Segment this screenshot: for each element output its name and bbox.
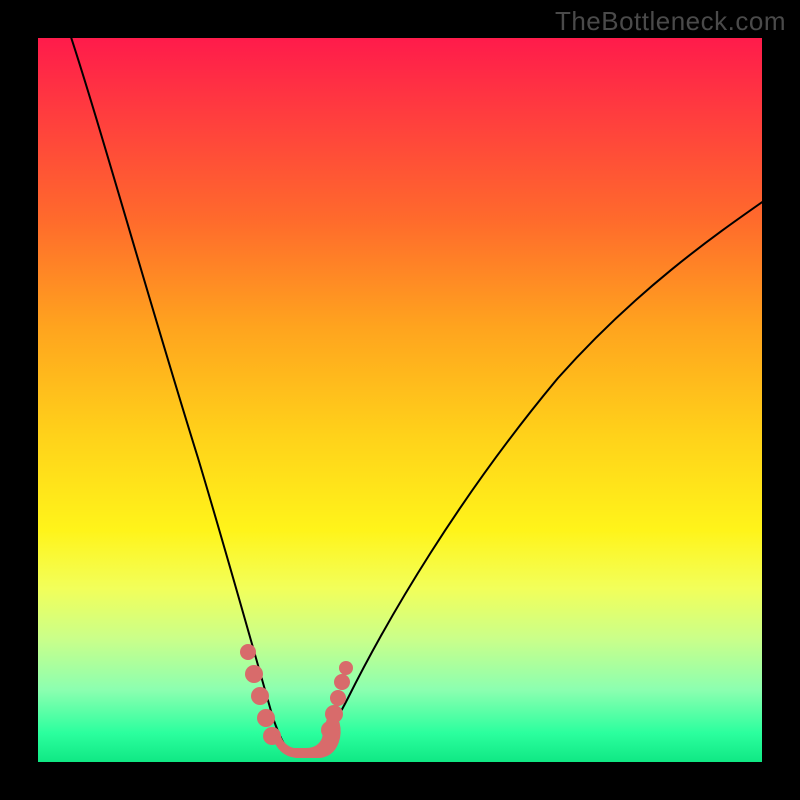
plot-area xyxy=(38,38,762,762)
bottleneck-curve-left xyxy=(68,38,294,756)
curve-layer xyxy=(38,38,762,762)
bottleneck-curve-right xyxy=(308,198,762,756)
watermark-text: TheBottleneck.com xyxy=(555,6,786,37)
chart-frame: TheBottleneck.com xyxy=(0,0,800,800)
